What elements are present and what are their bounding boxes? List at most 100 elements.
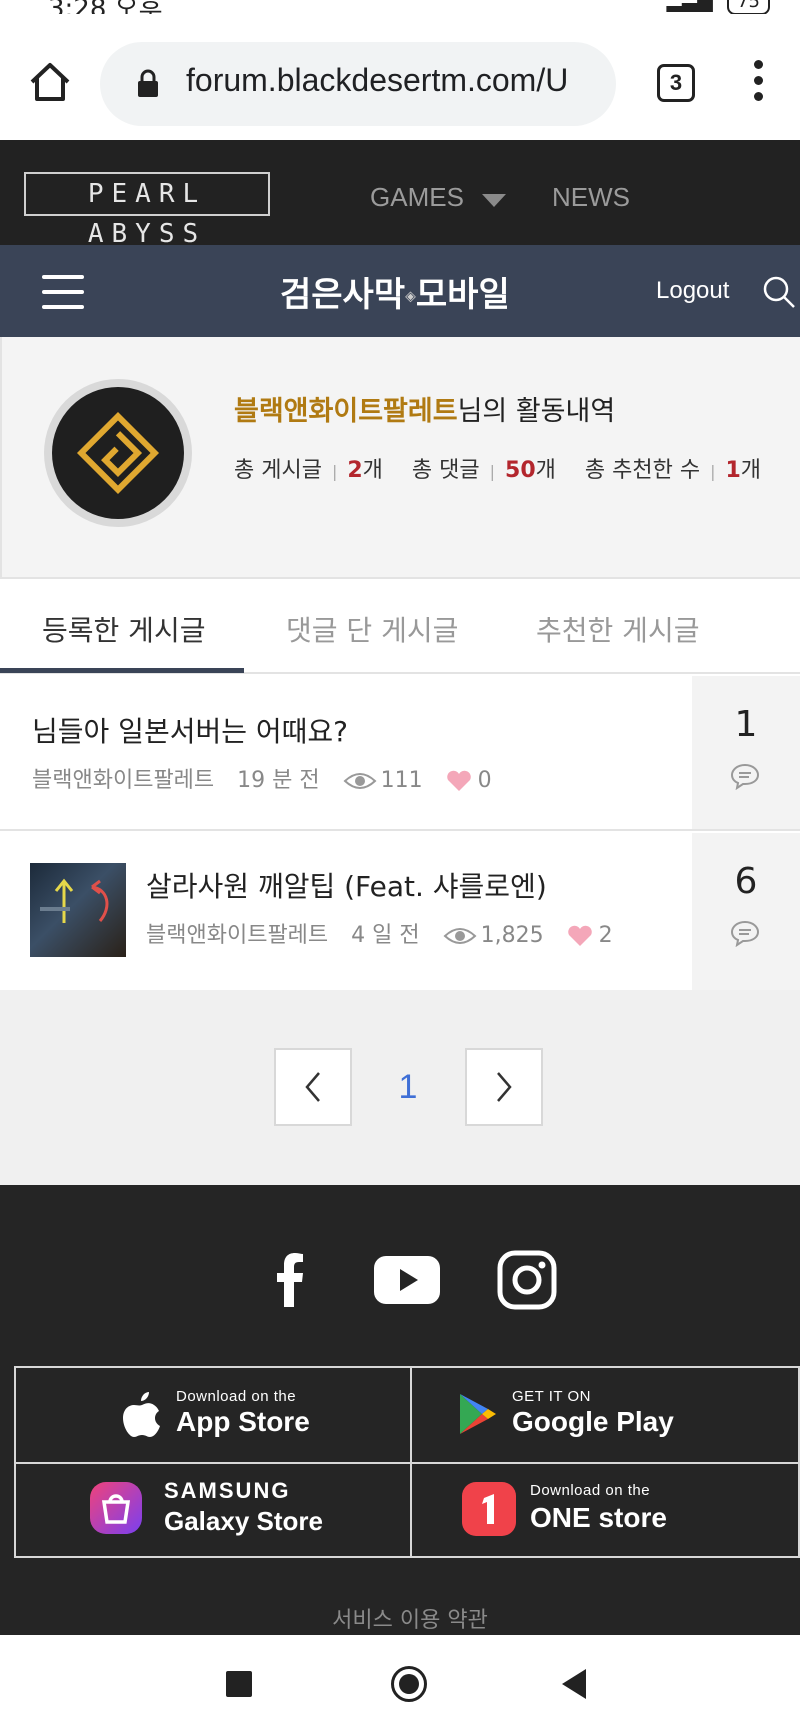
post-meta: 블랙앤화이트팔레트 4 일 전 1,825 2: [146, 917, 613, 949]
home-icon[interactable]: [26, 58, 74, 106]
status-bar: 3:28 오후 ▂▃▅ 75: [0, 0, 800, 14]
game-header: 검은사막◈모바일 Logout: [0, 245, 800, 337]
post-likes: 0: [477, 768, 492, 793]
hamburger-menu-icon[interactable]: [42, 275, 84, 309]
tab-registered-posts[interactable]: 등록한 게시글: [42, 609, 205, 649]
stat-unit: 개: [740, 458, 762, 483]
google-play-icon: [460, 1394, 496, 1434]
terms-link[interactable]: 서비스 이용 약관: [0, 1602, 800, 1634]
list-item[interactable]: 살라사원 깨알팁 (Feat. 샤를로엔) 블랙앤화이트팔레트 4 일 전 1,…: [0, 833, 800, 990]
one-store-icon: [462, 1482, 516, 1536]
comment-bubble-icon: [730, 920, 760, 947]
post-author: 블랙앤화이트팔레트: [32, 768, 215, 793]
browser-menu-icon[interactable]: [748, 60, 768, 104]
store-small-text: Download on the: [530, 1482, 651, 1499]
tab-commented-posts[interactable]: 댓글 단 게시글: [286, 609, 458, 649]
tab-recommended-posts[interactable]: 추천한 게시글: [536, 609, 699, 649]
post-title[interactable]: 살라사원 깨알팁 (Feat. 샤를로엔): [146, 865, 547, 905]
stat-label: 총 게시글: [234, 458, 322, 483]
list-item[interactable]: 님들아 일본서버는 어때요? 블랙앤화이트팔레트 19 분 전 111 0 1: [0, 676, 800, 831]
post-time: 4 일 전: [351, 923, 420, 948]
store-name: ONE store: [530, 1502, 667, 1533]
comment-count-box[interactable]: 6: [692, 833, 800, 990]
post-author: 블랙앤화이트팔레트: [146, 923, 329, 948]
store-small-text: Download on the: [176, 1388, 297, 1405]
current-page[interactable]: 1: [388, 1068, 428, 1107]
battery-icon: 75: [727, 0, 770, 14]
post-title[interactable]: 님들아 일본서버는 어때요?: [32, 710, 348, 750]
stat-value: 50: [505, 458, 536, 483]
publisher-nav: PEARL ABYSS GAMES NEWS: [0, 140, 800, 249]
status-time: 3:28 오후: [48, 0, 163, 14]
post-thumbnail[interactable]: [30, 863, 126, 957]
youtube-icon[interactable]: [372, 1245, 442, 1315]
comment-count: 6: [734, 861, 758, 902]
next-page-button[interactable]: [465, 1048, 543, 1126]
stat-label: 총 댓글: [411, 458, 480, 483]
prev-page-button[interactable]: [274, 1048, 352, 1126]
store-badges: Download on the App Store GET IT ON Goog…: [14, 1366, 800, 1558]
store-name: App Store: [176, 1406, 310, 1437]
comment-count-box[interactable]: 1: [692, 676, 800, 829]
eye-icon: [343, 773, 377, 789]
profile-title: 블랙앤화이트팔레트님의 활동내역: [234, 389, 615, 428]
game-logo-left: 검은사막: [280, 275, 406, 315]
search-icon[interactable]: [762, 275, 796, 309]
system-nav-bar: [0, 1635, 800, 1733]
pearl-abyss-logo[interactable]: PEARL ABYSS: [24, 172, 270, 249]
active-tab-indicator: [0, 668, 244, 673]
post-views: 1,825: [480, 923, 544, 948]
facebook-icon[interactable]: [256, 1245, 326, 1315]
nav-games[interactable]: GAMES: [370, 182, 464, 213]
avatar: [44, 379, 192, 527]
stat-value: 2: [347, 458, 363, 483]
post-likes: 2: [598, 923, 613, 948]
browser-toolbar: forum.blackdesertm.com/U 3: [0, 14, 800, 140]
app-store-badge[interactable]: Download on the App Store: [16, 1368, 410, 1462]
nav-news[interactable]: NEWS: [552, 182, 630, 213]
galaxy-store-badge[interactable]: SAMSUNG Galaxy Store: [16, 1464, 410, 1558]
store-name: Google Play: [512, 1406, 674, 1437]
stat-unit: 개: [362, 458, 383, 483]
store-name: Galaxy Store: [164, 1506, 323, 1536]
stat-value: 1: [725, 458, 741, 483]
thumbnail-image: [40, 878, 109, 923]
eye-icon: [443, 928, 477, 944]
guild-emblem-icon: [76, 411, 160, 495]
back-icon[interactable]: [562, 1669, 586, 1699]
heart-icon: [567, 925, 592, 946]
game-logo[interactable]: 검은사막◈모바일: [280, 267, 510, 316]
chevron-left-icon: [305, 1072, 320, 1102]
apple-icon: [123, 1392, 160, 1437]
store-small-text: GET IT ON: [512, 1388, 591, 1405]
logout-link[interactable]: Logout: [656, 277, 729, 305]
home-circle-icon[interactable]: [391, 1666, 427, 1702]
stat-unit: 개: [535, 458, 556, 483]
store-small-text: SAMSUNG: [164, 1478, 291, 1503]
comment-count: 1: [734, 704, 758, 745]
url-text: forum.blackdesertm.com/U: [186, 62, 569, 98]
google-play-badge[interactable]: GET IT ON Google Play: [412, 1368, 800, 1462]
post-meta: 블랙앤화이트팔레트 19 분 전 111 0: [32, 762, 492, 794]
profile-card: 블랙앤화이트팔레트님의 활동내역 총 게시글 | 2개 총 댓글 | 50개 총 추천한…: [0, 337, 800, 579]
diamond-icon: ◈: [405, 288, 416, 305]
instagram-icon[interactable]: [492, 1245, 562, 1315]
post-views: 111: [380, 768, 423, 793]
game-logo-right: 모바일: [415, 275, 510, 315]
profile-title-suffix: 님의 활동내역: [457, 396, 616, 427]
profile-stats: 총 게시글 | 2개 총 댓글 | 50개 총 추천한 수 | 1개: [234, 458, 762, 483]
address-bar[interactable]: forum.blackdesertm.com/U: [100, 42, 616, 126]
tab-switcher-button[interactable]: 3: [657, 64, 695, 102]
signal-icon: ▂▃▅: [666, 0, 713, 12]
heart-icon: [446, 770, 471, 791]
galaxy-store-icon: [90, 1482, 142, 1534]
stat-label: 총 추천한 수: [584, 458, 701, 483]
status-icons: ▂▃▅ 75: [667, 0, 770, 14]
chevron-down-icon[interactable]: [482, 194, 506, 207]
recent-apps-icon[interactable]: [226, 1671, 252, 1697]
one-store-badge[interactable]: Download on the ONE store: [412, 1464, 800, 1558]
chevron-right-icon: [497, 1072, 512, 1102]
post-time: 19 분 전: [237, 768, 320, 793]
profile-username: 블랙앤화이트팔레트: [234, 396, 458, 427]
comment-bubble-icon: [730, 763, 760, 790]
